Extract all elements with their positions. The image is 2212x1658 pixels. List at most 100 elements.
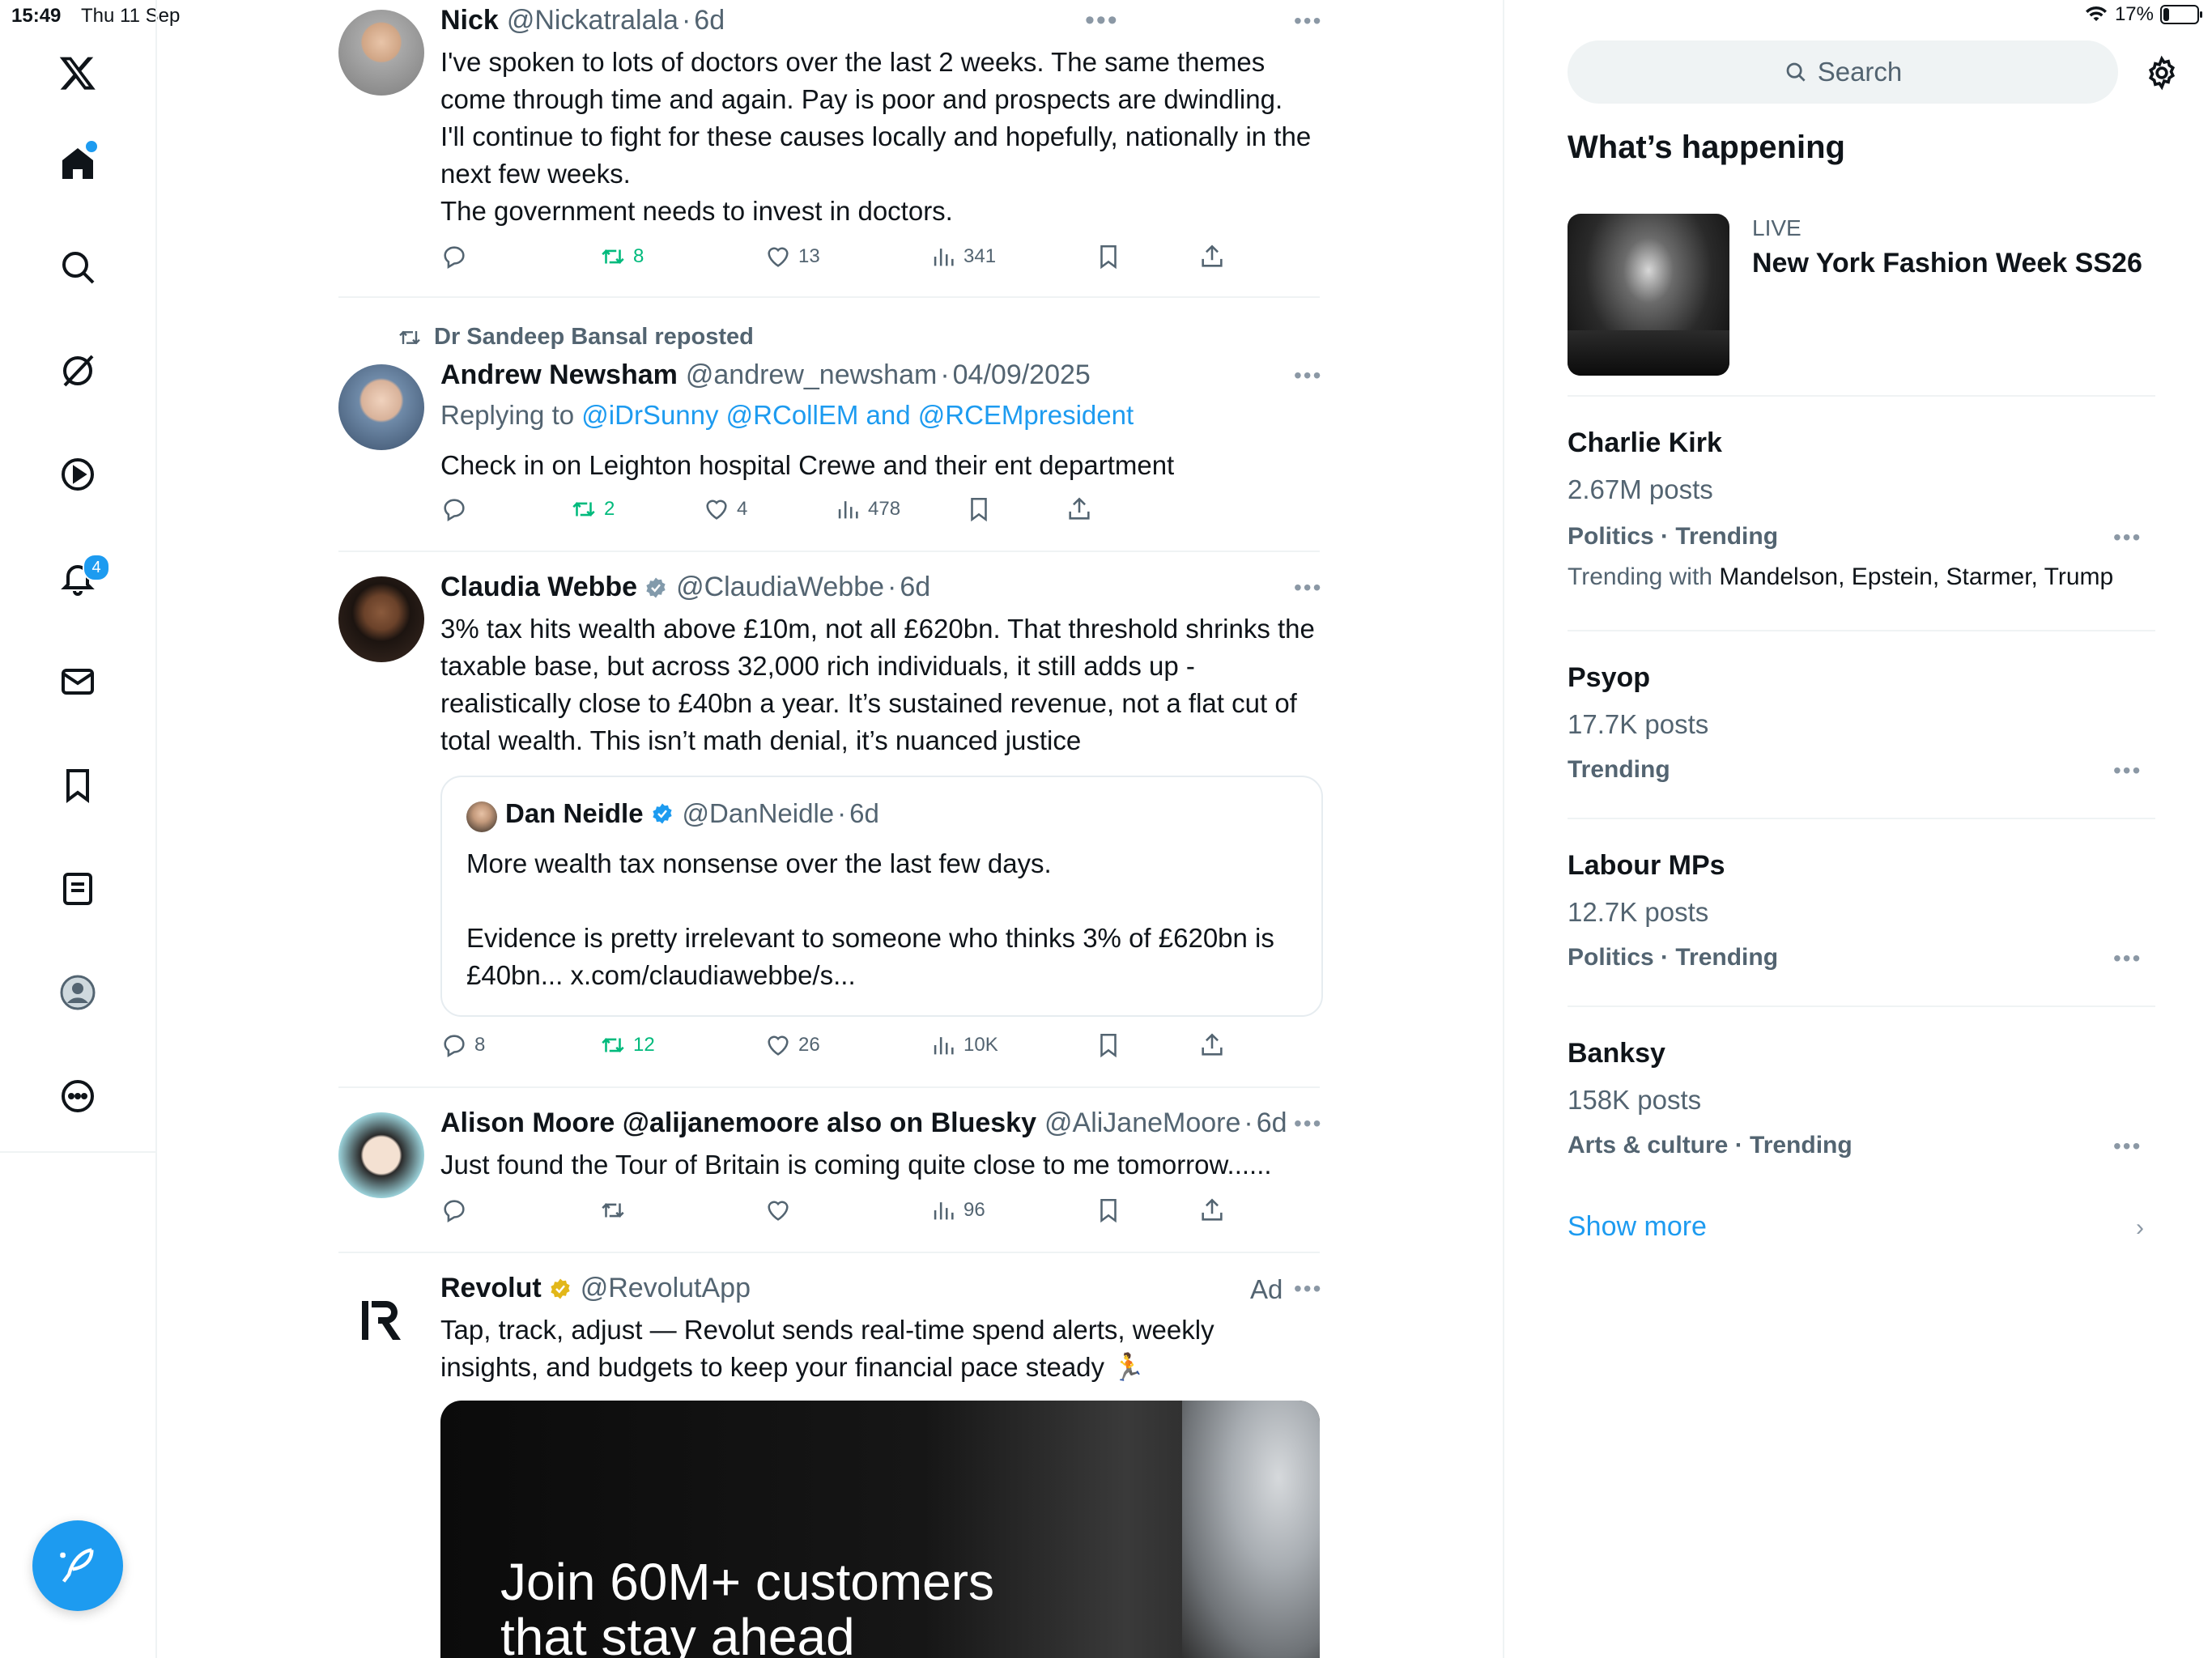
share-button[interactable] [1198,1197,1226,1224]
post-time[interactable]: 6d [694,5,725,36]
like-button[interactable] [764,1197,792,1224]
reply-button[interactable] [440,495,468,523]
view-count: 10K [963,1034,998,1056]
trend-name[interactable]: Labour MPs [1568,850,1725,882]
compose-button[interactable] [32,1520,123,1611]
avatar[interactable] [338,576,424,662]
avatar[interactable] [338,1278,424,1363]
author-handle[interactable]: @ClaudiaWebbe [676,572,884,603]
quoted-post[interactable]: Dan Neidle @DanNeidle · 6d More wealth t… [440,776,1323,1017]
repost-button[interactable] [599,1197,627,1224]
heart-icon [768,247,789,267]
trend-name[interactable]: Psyop [1568,662,1650,694]
bookmark-icon [1100,1198,1117,1223]
chevron-right-icon[interactable]: › [2136,1214,2144,1242]
video-icon[interactable] [52,449,104,500]
replying-mentions[interactable]: @iDrSunny @RCollEM and @RCEMpresident [581,400,1134,430]
trend-name[interactable]: Banksy [1568,1038,1665,1069]
mail-icon[interactable] [52,656,104,708]
search-bar[interactable]: Search [1568,40,2118,104]
post-text: 3% tax hits wealth above £10m, not all £… [440,614,1315,755]
avatar[interactable] [338,1112,424,1198]
x-logo-icon[interactable] [52,47,104,99]
bookmark-button[interactable] [965,495,993,523]
trending-with-label: Trending with [1568,563,1712,590]
drag-handle[interactable]: ••• [1085,5,1119,36]
reply-button[interactable]: 8 [440,1031,485,1059]
views-button[interactable]: 10K [929,1031,998,1059]
avatar[interactable] [338,10,424,96]
post-divider [338,1086,1320,1088]
trend-more-button[interactable]: ••• [2113,946,2142,971]
reply-icon [444,499,465,522]
repost-context[interactable]: Dr Sandeep Bansal reposted [397,324,754,351]
author-handle[interactable]: @RevolutApp [581,1273,751,1304]
post-text: Tap, track, adjust — Revolut sends real-… [440,1315,1214,1382]
share-icon [1202,1033,1223,1056]
trending-with-topics[interactable]: Mandelson, Epstein, Starmer, Trump [1719,563,2113,590]
battery-icon [2160,5,2202,24]
left-navigation: 4 [0,0,157,1658]
repost-count: 2 [604,498,615,520]
share-button[interactable] [1066,495,1093,523]
featured-title[interactable]: New York Fashion Week SS26 [1752,248,2142,279]
featured-event-image[interactable] [1568,214,1729,376]
post-more-button[interactable]: ••• [1294,1111,1322,1137]
post-more-button[interactable]: ••• [1294,1276,1322,1302]
bookmark-button[interactable] [1095,1031,1122,1059]
post-time[interactable]: 6d [1257,1107,1287,1139]
repost-icon [572,502,595,517]
trend-category: Politics · Trending [1568,523,1779,550]
bookmark-button[interactable] [1095,243,1122,270]
author-name[interactable]: Alison Moore @alijanemoore also on Blues… [440,1107,1036,1139]
post-header: Andrew Newsham @andrew_newsham · 04/09/2… [440,359,1091,391]
post-actions: 2 4 478 [440,495,1266,528]
reply-button[interactable] [440,243,468,270]
bookmark-icon[interactable] [52,759,104,811]
share-button[interactable] [1198,1031,1226,1059]
trend-category: Trending [1568,756,1670,783]
post-time[interactable]: 6d [900,572,930,603]
settings-gear-icon[interactable] [2144,55,2180,91]
show-more-link[interactable]: Show more [1568,1211,1707,1243]
wifi-icon [2085,6,2107,21]
views-button[interactable]: 478 [834,495,900,523]
trend-more-button[interactable]: ••• [2113,1133,2142,1159]
author-name[interactable]: Nick [440,5,499,36]
like-button[interactable]: 13 [764,243,820,270]
reply-button[interactable] [440,1197,468,1224]
views-button[interactable]: 96 [929,1197,985,1224]
repost-button[interactable]: 2 [570,495,615,523]
trend-more-button[interactable]: ••• [2113,525,2142,551]
verified-badge-icon [652,803,672,824]
views-button[interactable]: 341 [929,243,996,270]
trend-more-button[interactable]: ••• [2113,758,2142,784]
like-button[interactable]: 26 [764,1031,820,1059]
list-icon[interactable] [52,863,104,915]
more-icon[interactable] [52,1070,104,1122]
share-button[interactable] [1198,243,1226,270]
post-time[interactable]: 04/09/2025 [953,359,1091,391]
author-name[interactable]: Claudia Webbe [440,572,637,603]
avatar[interactable] [338,364,424,450]
like-button[interactable]: 4 [703,495,747,523]
repost-button[interactable]: 8 [599,243,644,270]
ad-media[interactable]: Join 60M+ customers that stay ahead [440,1401,1320,1658]
profile-icon[interactable] [52,967,104,1018]
post-more-button[interactable]: ••• [1294,363,1322,389]
trend-name[interactable]: Charlie Kirk [1568,427,1722,459]
like-count: 4 [737,498,748,520]
search-icon[interactable] [52,241,104,293]
bookmark-icon [1100,244,1117,270]
post-more-button[interactable]: ••• [1294,575,1322,601]
author-handle[interactable]: @Nickatralala [507,5,678,36]
grok-icon[interactable] [52,345,104,397]
author-name[interactable]: Andrew Newsham [440,359,678,391]
author-handle[interactable]: @andrew_newsham [686,359,937,391]
repost-button[interactable]: 12 [599,1031,655,1059]
repost-icon [602,249,624,264]
author-name[interactable]: Revolut [440,1273,542,1304]
bookmark-button[interactable] [1095,1197,1122,1224]
post-more-button[interactable]: ••• [1294,8,1322,34]
author-handle[interactable]: @AliJaneMoore [1044,1107,1240,1139]
